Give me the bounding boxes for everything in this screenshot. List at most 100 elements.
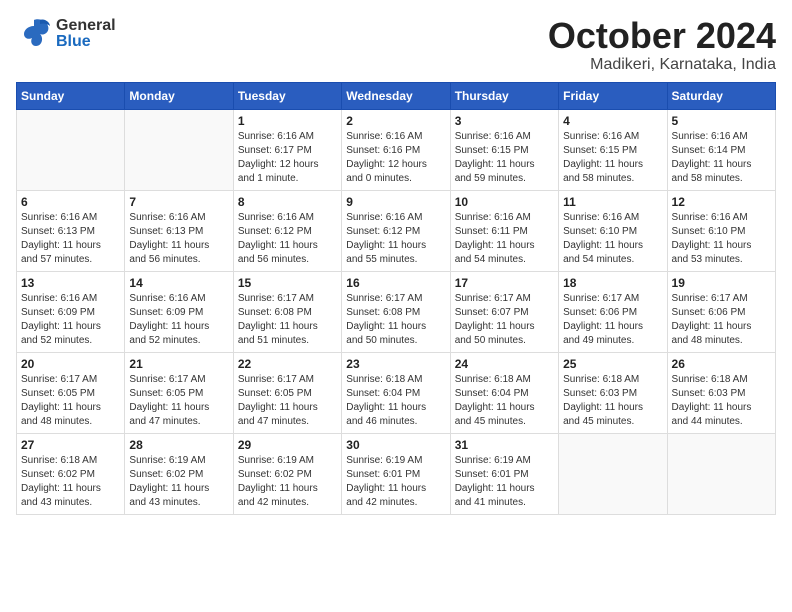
day-number: 28 bbox=[129, 438, 228, 452]
logo-bird-icon bbox=[16, 16, 52, 52]
day-info: Sunrise: 6:19 AM Sunset: 6:02 PM Dayligh… bbox=[129, 454, 228, 510]
weekday-saturday: Saturday bbox=[667, 82, 775, 109]
calendar-cell: 22 Sunrise: 6:17 AM Sunset: 6:05 PM Dayli… bbox=[233, 352, 341, 433]
calendar-week-3: 20 Sunrise: 6:17 AM Sunset: 6:05 PM Dayli… bbox=[17, 352, 776, 433]
weekday-header-row: SundayMondayTuesdayWednesdayThursdayFrid… bbox=[17, 82, 776, 109]
month-title: October 2024 bbox=[548, 16, 776, 56]
logo-text: General Blue bbox=[56, 18, 116, 50]
calendar-cell bbox=[559, 433, 667, 514]
calendar-cell bbox=[667, 433, 775, 514]
day-info: Sunrise: 6:18 AM Sunset: 6:03 PM Dayligh… bbox=[563, 373, 662, 429]
calendar-cell: 18Sunrise: 6:17 AM Sunset: 6:06 PM Dayli… bbox=[559, 271, 667, 352]
day-info: Sunrise: 6:16 AM Sunset: 6:12 PM Dayligh… bbox=[238, 211, 337, 267]
calendar-cell bbox=[125, 109, 233, 190]
day-number: 18 bbox=[563, 276, 662, 290]
calendar-cell: 30 Sunrise: 6:19 AM Sunset: 6:01 PM Dayli… bbox=[342, 433, 450, 514]
day-info: Sunrise: 6:16 AM Sunset: 6:09 PM Dayligh… bbox=[21, 292, 120, 348]
calendar-cell: 25 Sunrise: 6:18 AM Sunset: 6:03 PM Dayli… bbox=[559, 352, 667, 433]
weekday-friday: Friday bbox=[559, 82, 667, 109]
day-number: 20 bbox=[21, 357, 120, 371]
day-number: 19 bbox=[672, 276, 771, 290]
calendar-cell: 5Sunrise: 6:16 AM Sunset: 6:14 PM Daylig… bbox=[667, 109, 775, 190]
calendar-cell: 2 Sunrise: 6:16 AM Sunset: 6:16 PM Daylig… bbox=[342, 109, 450, 190]
calendar-cell: 27 Sunrise: 6:18 AM Sunset: 6:02 PM Dayli… bbox=[17, 433, 125, 514]
day-number: 3 bbox=[455, 114, 554, 128]
day-info: Sunrise: 6:19 AM Sunset: 6:01 PM Dayligh… bbox=[346, 454, 445, 510]
day-number: 1 bbox=[238, 114, 337, 128]
day-number: 10 bbox=[455, 195, 554, 209]
weekday-thursday: Thursday bbox=[450, 82, 558, 109]
day-info: Sunrise: 6:17 AM Sunset: 6:08 PM Dayligh… bbox=[238, 292, 337, 348]
calendar-cell: 31 Sunrise: 6:19 AM Sunset: 6:01 PM Dayli… bbox=[450, 433, 558, 514]
day-info: Sunrise: 6:19 AM Sunset: 6:02 PM Dayligh… bbox=[238, 454, 337, 510]
day-info: Sunrise: 6:19 AM Sunset: 6:01 PM Dayligh… bbox=[455, 454, 554, 510]
day-number: 25 bbox=[563, 357, 662, 371]
calendar-cell: 11 Sunrise: 6:16 AM Sunset: 6:10 PM Dayli… bbox=[559, 190, 667, 271]
day-info: Sunrise: 6:16 AM Sunset: 6:09 PM Dayligh… bbox=[129, 292, 228, 348]
day-info: Sunrise: 6:17 AM Sunset: 6:05 PM Dayligh… bbox=[238, 373, 337, 429]
calendar-table: SundayMondayTuesdayWednesdayThursdayFrid… bbox=[16, 82, 776, 515]
calendar-cell: 17Sunrise: 6:17 AM Sunset: 6:07 PM Dayli… bbox=[450, 271, 558, 352]
day-number: 16 bbox=[346, 276, 445, 290]
day-number: 30 bbox=[346, 438, 445, 452]
day-info: Sunrise: 6:18 AM Sunset: 6:03 PM Dayligh… bbox=[672, 373, 771, 429]
calendar-cell: 23Sunrise: 6:18 AM Sunset: 6:04 PM Dayli… bbox=[342, 352, 450, 433]
calendar-header: SundayMondayTuesdayWednesdayThursdayFrid… bbox=[17, 82, 776, 109]
weekday-sunday: Sunday bbox=[17, 82, 125, 109]
day-number: 31 bbox=[455, 438, 554, 452]
day-number: 8 bbox=[238, 195, 337, 209]
weekday-monday: Monday bbox=[125, 82, 233, 109]
day-number: 15 bbox=[238, 276, 337, 290]
calendar-cell: 26 Sunrise: 6:18 AM Sunset: 6:03 PM Dayli… bbox=[667, 352, 775, 433]
day-info: Sunrise: 6:18 AM Sunset: 6:04 PM Dayligh… bbox=[346, 373, 445, 429]
logo-general: General bbox=[56, 18, 116, 34]
day-info: Sunrise: 6:16 AM Sunset: 6:16 PM Dayligh… bbox=[346, 130, 445, 186]
calendar-cell: 14 Sunrise: 6:16 AM Sunset: 6:09 PM Dayli… bbox=[125, 271, 233, 352]
day-number: 17 bbox=[455, 276, 554, 290]
calendar-cell: 1 Sunrise: 6:16 AM Sunset: 6:17 PM Daylig… bbox=[233, 109, 341, 190]
day-number: 14 bbox=[129, 276, 228, 290]
day-info: Sunrise: 6:18 AM Sunset: 6:04 PM Dayligh… bbox=[455, 373, 554, 429]
day-info: Sunrise: 6:17 AM Sunset: 6:06 PM Dayligh… bbox=[672, 292, 771, 348]
calendar-cell: 20Sunrise: 6:17 AM Sunset: 6:05 PM Dayli… bbox=[17, 352, 125, 433]
calendar-week-4: 27 Sunrise: 6:18 AM Sunset: 6:02 PM Dayli… bbox=[17, 433, 776, 514]
day-info: Sunrise: 6:16 AM Sunset: 6:14 PM Dayligh… bbox=[672, 130, 771, 186]
day-number: 9 bbox=[346, 195, 445, 209]
day-info: Sunrise: 6:16 AM Sunset: 6:17 PM Dayligh… bbox=[238, 130, 337, 186]
day-info: Sunrise: 6:17 AM Sunset: 6:05 PM Dayligh… bbox=[129, 373, 228, 429]
calendar-cell: 7Sunrise: 6:16 AM Sunset: 6:13 PM Daylig… bbox=[125, 190, 233, 271]
calendar-week-0: 1 Sunrise: 6:16 AM Sunset: 6:17 PM Daylig… bbox=[17, 109, 776, 190]
calendar-cell: 21 Sunrise: 6:17 AM Sunset: 6:05 PM Dayli… bbox=[125, 352, 233, 433]
title-block: October 2024 Madikeri, Karnataka, India bbox=[548, 16, 776, 74]
logo: General Blue bbox=[16, 16, 116, 52]
day-number: 27 bbox=[21, 438, 120, 452]
day-info: Sunrise: 6:16 AM Sunset: 6:13 PM Dayligh… bbox=[21, 211, 120, 267]
day-info: Sunrise: 6:16 AM Sunset: 6:10 PM Dayligh… bbox=[563, 211, 662, 267]
calendar-body: 1 Sunrise: 6:16 AM Sunset: 6:17 PM Daylig… bbox=[17, 109, 776, 514]
day-info: Sunrise: 6:16 AM Sunset: 6:11 PM Dayligh… bbox=[455, 211, 554, 267]
calendar-cell: 10 Sunrise: 6:16 AM Sunset: 6:11 PM Dayli… bbox=[450, 190, 558, 271]
calendar-cell: 19 Sunrise: 6:17 AM Sunset: 6:06 PM Dayli… bbox=[667, 271, 775, 352]
day-number: 4 bbox=[563, 114, 662, 128]
day-info: Sunrise: 6:18 AM Sunset: 6:02 PM Dayligh… bbox=[21, 454, 120, 510]
calendar-cell: 29 Sunrise: 6:19 AM Sunset: 6:02 PM Dayli… bbox=[233, 433, 341, 514]
day-number: 26 bbox=[672, 357, 771, 371]
day-number: 24 bbox=[455, 357, 554, 371]
calendar-cell: 12 Sunrise: 6:16 AM Sunset: 6:10 PM Dayli… bbox=[667, 190, 775, 271]
calendar-cell: 13Sunrise: 6:16 AM Sunset: 6:09 PM Dayli… bbox=[17, 271, 125, 352]
day-info: Sunrise: 6:16 AM Sunset: 6:10 PM Dayligh… bbox=[672, 211, 771, 267]
day-number: 11 bbox=[563, 195, 662, 209]
day-number: 29 bbox=[238, 438, 337, 452]
day-number: 12 bbox=[672, 195, 771, 209]
page-header: General Blue October 2024 Madikeri, Karn… bbox=[16, 16, 776, 74]
calendar-week-1: 6 Sunrise: 6:16 AM Sunset: 6:13 PM Daylig… bbox=[17, 190, 776, 271]
day-number: 21 bbox=[129, 357, 228, 371]
calendar-cell: 16Sunrise: 6:17 AM Sunset: 6:08 PM Dayli… bbox=[342, 271, 450, 352]
calendar-cell bbox=[17, 109, 125, 190]
day-number: 2 bbox=[346, 114, 445, 128]
day-info: Sunrise: 6:16 AM Sunset: 6:15 PM Dayligh… bbox=[563, 130, 662, 186]
day-number: 6 bbox=[21, 195, 120, 209]
calendar-cell: 9Sunrise: 6:16 AM Sunset: 6:12 PM Daylig… bbox=[342, 190, 450, 271]
logo-blue: Blue bbox=[56, 34, 116, 50]
day-number: 22 bbox=[238, 357, 337, 371]
